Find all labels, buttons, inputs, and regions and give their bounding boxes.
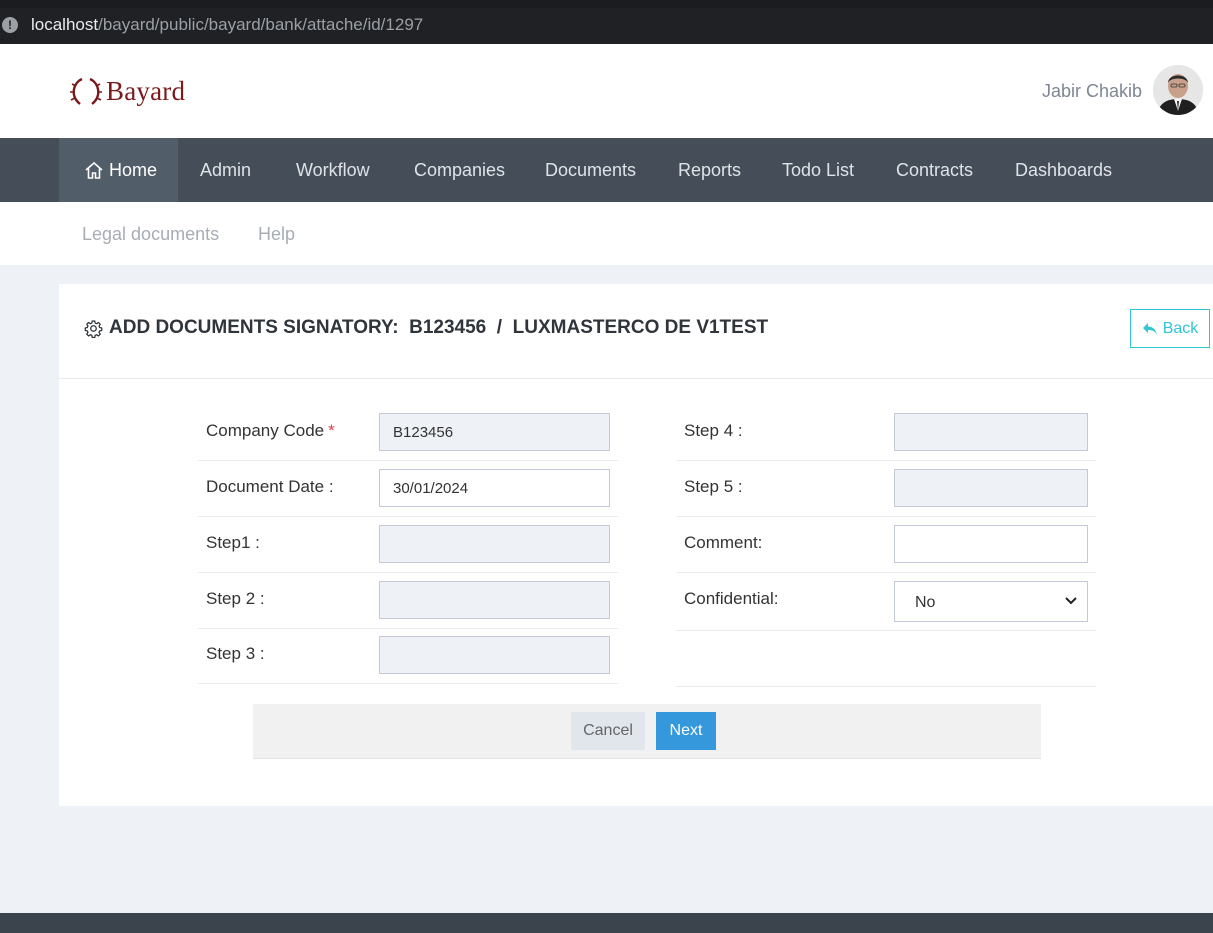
form-row-document-date: Document Date : 30/01/2024 xyxy=(198,461,618,517)
page-footer xyxy=(0,913,1213,933)
site-info-icon[interactable]: ! xyxy=(2,17,18,33)
field-label: Step 4 : xyxy=(684,421,743,440)
field-label: Confidential: xyxy=(684,589,779,608)
nav-item-documents[interactable]: Documents xyxy=(545,138,636,202)
url-host: localhost xyxy=(31,15,99,34)
form-row-comment: Comment: xyxy=(676,517,1096,573)
comment-input[interactable] xyxy=(894,525,1088,563)
step1-input[interactable] xyxy=(379,525,610,563)
url-text[interactable]: localhost/bayard/public/bayard/bank/atta… xyxy=(31,15,423,35)
form-row-empty xyxy=(676,631,1096,687)
nav-item-admin[interactable]: Admin xyxy=(200,138,251,202)
nav-item-home[interactable]: Home xyxy=(59,138,178,202)
step4-input[interactable] xyxy=(894,413,1088,451)
form-row-step5: Step 5 : xyxy=(676,461,1096,517)
user-name[interactable]: Jabir Chakib xyxy=(1042,81,1142,102)
back-button[interactable]: Back xyxy=(1130,309,1210,348)
field-label: Comment: xyxy=(684,533,763,552)
back-button-label: Back xyxy=(1162,319,1199,337)
field-label: Document Date : xyxy=(206,477,334,496)
document-date-input[interactable]: 30/01/2024 xyxy=(379,469,610,507)
required-asterisk: * xyxy=(328,421,335,440)
home-icon xyxy=(85,161,103,179)
bayard-logo[interactable]: Bayard xyxy=(68,74,185,108)
company-code-input[interactable]: B123456 xyxy=(379,413,610,451)
page-title: ADD DOCUMENTS SIGNATORY: B123456 / LUXMA… xyxy=(84,317,768,339)
browser-address-bar[interactable]: ! localhost/bayard/public/bayard/bank/at… xyxy=(0,0,1213,44)
app-header: Bayard Jabir Chakib xyxy=(0,44,1213,138)
nav-item-dashboards[interactable]: Dashboards xyxy=(1015,138,1112,202)
step3-input[interactable] xyxy=(379,636,610,674)
user-avatar[interactable] xyxy=(1153,65,1203,115)
reply-arrow-icon xyxy=(1142,322,1157,335)
page-title-text: ADD DOCUMENTS SIGNATORY: B123456 / LUXMA… xyxy=(109,317,769,338)
form-row-step3: Step 3 : xyxy=(198,628,618,684)
form-row-step4: Step 4 : xyxy=(676,405,1096,461)
field-label: Step 2 : xyxy=(206,589,265,608)
subnav-item-legal-documents[interactable]: Legal documents xyxy=(82,224,219,245)
content-panel: ADD DOCUMENTS SIGNATORY: B123456 / LUXMA… xyxy=(59,284,1213,806)
next-button[interactable]: Next xyxy=(656,712,716,750)
cancel-button[interactable]: Cancel xyxy=(571,712,645,750)
nav-item-reports[interactable]: Reports xyxy=(678,138,741,202)
nav-item-todo-list[interactable]: Todo List xyxy=(782,138,854,202)
chevron-down-icon xyxy=(1065,597,1077,605)
form-row-company-code: Company Code * B123456 xyxy=(198,405,618,461)
field-label: Company Code * xyxy=(206,421,335,440)
field-label: Step 3 : xyxy=(206,644,265,663)
panel-header: ADD DOCUMENTS SIGNATORY: B123456 / LUXMA… xyxy=(59,284,1213,379)
nav-item-companies[interactable]: Companies xyxy=(414,138,505,202)
sub-nav: Legal documents Help xyxy=(0,202,1213,265)
url-path: /bayard/public/bayard/bank/attache/id/12… xyxy=(98,15,424,34)
nav-item-workflow[interactable]: Workflow xyxy=(296,138,370,202)
form-row-step2: Step 2 : xyxy=(198,573,618,629)
form-actions: Cancel Next xyxy=(253,704,1041,759)
gear-icon xyxy=(84,319,103,338)
field-label: Step1 : xyxy=(206,533,260,552)
main-nav: Home Admin Workflow Companies Documents … xyxy=(0,138,1213,202)
step2-input[interactable] xyxy=(379,581,610,619)
step5-input[interactable] xyxy=(894,469,1088,507)
confidential-select-value: No xyxy=(915,594,936,611)
field-label: Step 5 : xyxy=(684,477,743,496)
laurel-icon xyxy=(70,77,102,105)
logo-text: Bayard xyxy=(106,75,186,106)
nav-item-contracts[interactable]: Contracts xyxy=(896,138,973,202)
confidential-select[interactable]: No xyxy=(894,581,1088,622)
form-row-confidential: Confidential: No xyxy=(676,573,1096,631)
subnav-item-help[interactable]: Help xyxy=(258,224,295,245)
nav-label-home: Home xyxy=(109,160,158,180)
form-row-step1: Step1 : xyxy=(198,517,618,573)
